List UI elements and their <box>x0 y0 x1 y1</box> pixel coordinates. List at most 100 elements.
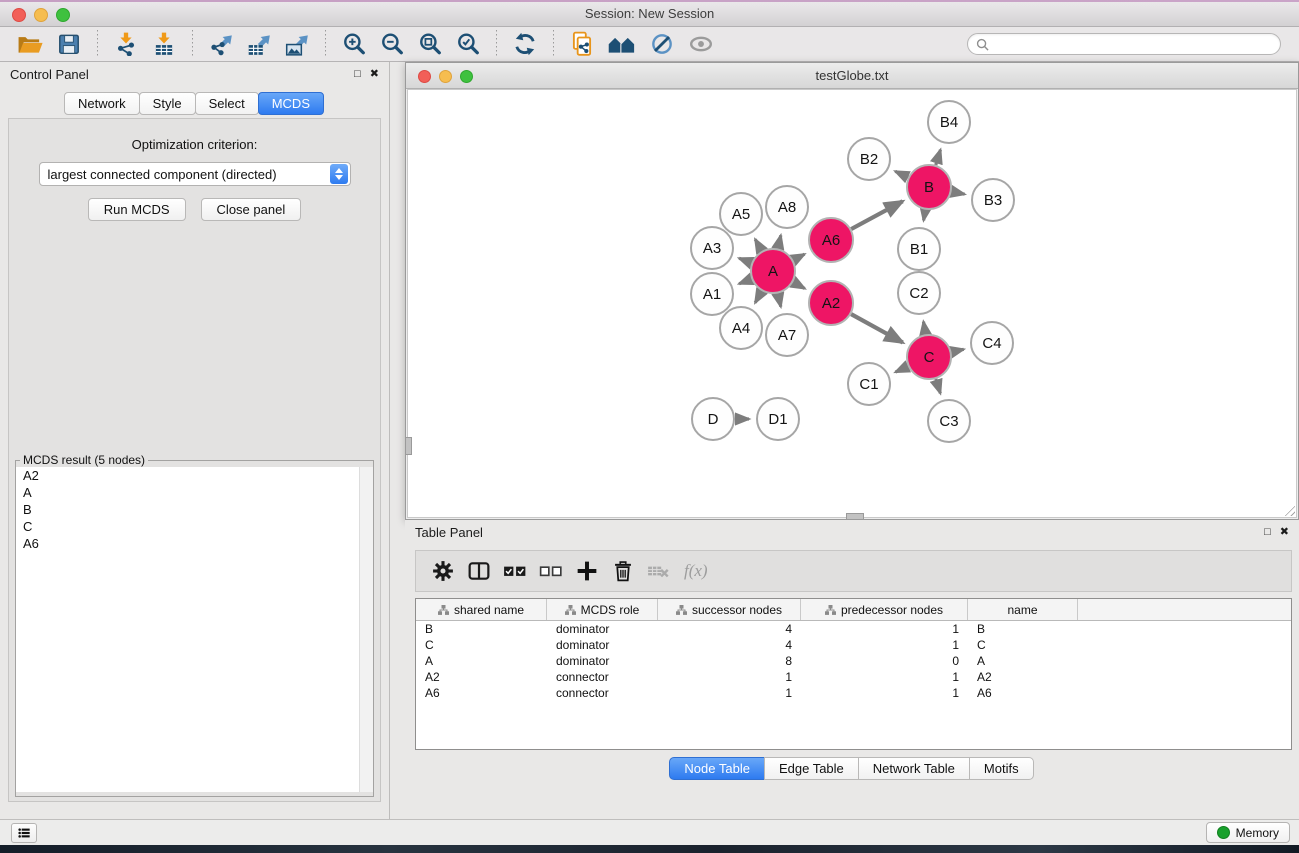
toggle-visibility-button[interactable] <box>685 29 717 59</box>
table-cell[interactable]: 1 <box>658 670 801 684</box>
import-table-button[interactable] <box>149 29 179 59</box>
tab-node-table[interactable]: Node Table <box>669 757 765 780</box>
float-table-panel-icon[interactable]: □ <box>1264 527 1271 538</box>
mcds-result-item[interactable]: C <box>16 518 373 535</box>
float-panel-icon[interactable]: □ <box>354 69 361 80</box>
table-settings-button[interactable] <box>428 556 458 586</box>
tab-network[interactable]: Network <box>64 92 140 115</box>
show-graphics-details-button[interactable] <box>647 29 677 59</box>
graph-edge-A-A2[interactable] <box>793 282 805 288</box>
table-cell[interactable]: A2 <box>416 670 547 684</box>
graph-edge-A-A1[interactable] <box>739 279 751 284</box>
graph-edge-C-C2[interactable] <box>923 322 925 335</box>
table-cell[interactable]: C <box>416 638 547 652</box>
graph-node-B2[interactable]: B2 <box>848 138 890 180</box>
graph-node-D1[interactable]: D1 <box>757 398 799 440</box>
table-cell[interactable]: 1 <box>801 670 968 684</box>
search-input[interactable] <box>994 36 1272 52</box>
graph-node-B4[interactable]: B4 <box>928 101 970 143</box>
tab-network-table[interactable]: Network Table <box>858 757 970 780</box>
table-cell[interactable]: dominator <box>547 654 658 668</box>
graph-node-B[interactable]: B <box>907 165 951 209</box>
table-cell[interactable]: 1 <box>801 638 968 652</box>
table-cell[interactable]: A2 <box>968 670 1078 684</box>
graph-edge-B-B4[interactable] <box>936 150 941 165</box>
graph-edge-C-C1[interactable] <box>895 366 908 372</box>
table-cell[interactable]: 4 <box>658 622 801 636</box>
graph-node-B3[interactable]: B3 <box>972 179 1014 221</box>
show-columns-button[interactable] <box>464 556 494 586</box>
window-titlebar[interactable]: Session: New Session <box>0 2 1299 27</box>
node-table[interactable]: shared nameMCDS rolesuccessor nodesprede… <box>415 598 1292 750</box>
table-cell[interactable]: 1 <box>658 686 801 700</box>
table-cell[interactable]: 1 <box>801 622 968 636</box>
close-panel-icon[interactable]: ✖ <box>370 69 379 80</box>
table-cell[interactable]: C <box>968 638 1078 652</box>
tab-style[interactable]: Style <box>139 92 196 115</box>
graph-node-A8[interactable]: A8 <box>766 186 808 228</box>
graph-node-A7[interactable]: A7 <box>766 314 808 356</box>
tab-edge-table[interactable]: Edge Table <box>764 757 859 780</box>
close-panel-button[interactable]: Close panel <box>201 198 302 221</box>
tab-select[interactable]: Select <box>195 92 259 115</box>
zoom-in-button[interactable] <box>339 29 369 59</box>
table-cell[interactable]: 8 <box>658 654 801 668</box>
table-cell[interactable]: B <box>416 622 547 636</box>
zoom-selected-button[interactable] <box>453 29 483 59</box>
table-cell[interactable]: dominator <box>547 638 658 652</box>
select-all-columns-button[interactable] <box>500 556 530 586</box>
graph-node-A5[interactable]: A5 <box>720 193 762 235</box>
column-header-shared-name[interactable]: shared name <box>416 599 547 620</box>
memory-button[interactable]: Memory <box>1206 822 1290 843</box>
deselect-all-columns-button[interactable] <box>536 556 566 586</box>
graph-node-A1[interactable]: A1 <box>691 273 733 315</box>
graph-edge-C-C4[interactable] <box>951 349 963 352</box>
task-history-button[interactable] <box>11 823 37 843</box>
tab-motifs[interactable]: Motifs <box>969 757 1034 780</box>
graph-node-A2[interactable]: A2 <box>809 281 853 325</box>
graph-edge-A-A3[interactable] <box>739 258 751 263</box>
graph-node-C3[interactable]: C3 <box>928 400 970 442</box>
network-graph[interactable]: B4B2BB3A5A8A6B1A3AA1C2A2A4A7C4CC1C3DD1 <box>408 90 1298 519</box>
graph-node-A3[interactable]: A3 <box>691 227 733 269</box>
table-row[interactable]: A2connector11A2 <box>416 669 1291 685</box>
graph-edge-A2-C[interactable] <box>851 314 903 342</box>
new-network-from-selection-button[interactable] <box>567 29 597 59</box>
zoom-fit-button[interactable] <box>415 29 445 59</box>
graph-node-D[interactable]: D <box>692 398 734 440</box>
mcds-list-scrollbar[interactable] <box>359 467 373 792</box>
add-column-button[interactable] <box>572 556 602 586</box>
close-table-panel-icon[interactable]: ✖ <box>1280 527 1289 538</box>
table-cell[interactable]: A <box>416 654 547 668</box>
table-cell[interactable]: A <box>968 654 1078 668</box>
save-session-button[interactable] <box>54 29 84 59</box>
graph-edge-C-C3[interactable] <box>936 379 940 393</box>
export-image-button[interactable] <box>282 29 312 59</box>
table-row[interactable]: Adominator80A <box>416 653 1291 669</box>
mcds-result-item[interactable]: A <box>16 484 373 501</box>
table-cell[interactable]: 0 <box>801 654 968 668</box>
table-cell[interactable]: 1 <box>801 686 968 700</box>
open-session-button[interactable] <box>14 29 46 59</box>
refresh-network-button[interactable] <box>510 29 540 59</box>
graph-edge-B-B3[interactable] <box>952 192 965 195</box>
first-neighbors-button[interactable] <box>605 29 639 59</box>
graph-node-C4[interactable]: C4 <box>971 322 1013 364</box>
table-row[interactable]: Cdominator41C <box>416 637 1291 653</box>
run-mcds-button[interactable]: Run MCDS <box>88 198 186 221</box>
graph-node-B1[interactable]: B1 <box>898 228 940 270</box>
graph-node-A[interactable]: A <box>751 249 795 293</box>
mcds-result-item[interactable]: A6 <box>16 535 373 552</box>
table-cell[interactable]: 4 <box>658 638 801 652</box>
table-cell[interactable]: B <box>968 622 1078 636</box>
table-cell[interactable]: connector <box>547 670 658 684</box>
network-canvas[interactable]: B4B2BB3A5A8A6B1A3AA1C2A2A4A7C4CC1C3DD1 <box>407 89 1297 518</box>
network-window-titlebar[interactable]: testGlobe.txt <box>406 63 1298 89</box>
column-header-MCDS-role[interactable]: MCDS role <box>547 599 658 620</box>
graph-edge-B-B2[interactable] <box>895 171 908 177</box>
graph-node-C2[interactable]: C2 <box>898 272 940 314</box>
delete-column-button[interactable] <box>608 556 638 586</box>
graph-edge-A-A6[interactable] <box>793 254 804 260</box>
column-header-name[interactable]: name <box>968 599 1078 620</box>
graph-node-C[interactable]: C <box>907 335 951 379</box>
